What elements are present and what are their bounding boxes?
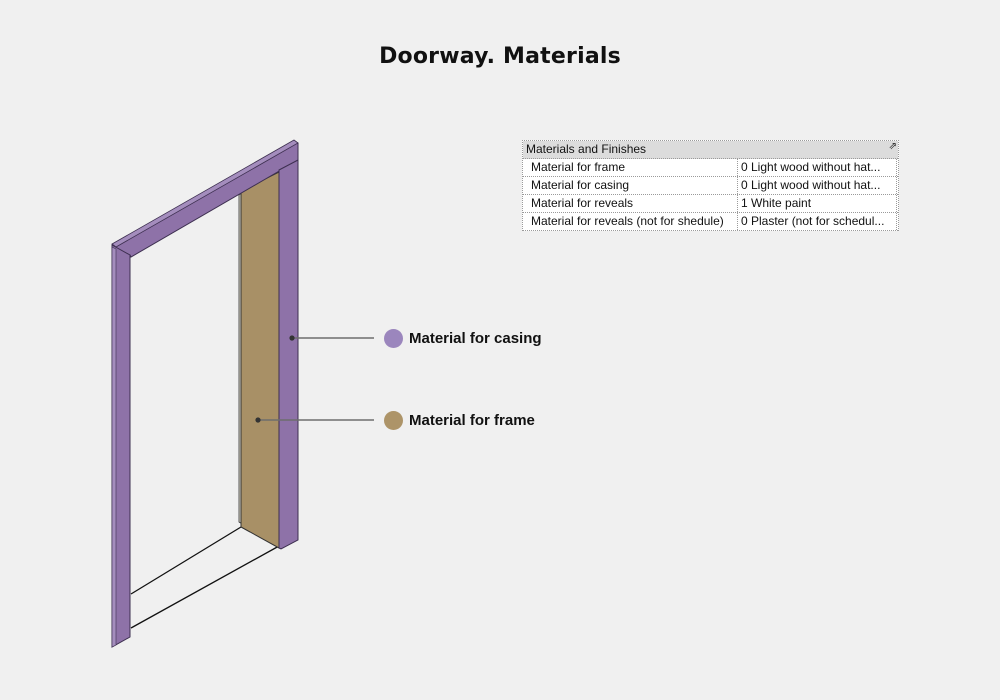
casing-legend-label: Material for casing [409,329,542,347]
property-name: Material for casing [523,177,738,194]
property-row-reveals[interactable]: Material for reveals 1 White paint [523,195,898,213]
property-name: Material for reveals (not for shedule) [523,213,738,230]
property-row-casing[interactable]: Material for casing 0 Light wood without… [523,177,898,195]
frame-leader-dot [255,417,261,423]
threshold-line-back [130,526,242,595]
group-header-label: Materials and Finishes [526,142,647,156]
casing-color-swatch [384,328,403,348]
property-value[interactable]: 0 Light wood without hat... [738,159,897,176]
frame-color-swatch [384,410,403,430]
casing-left-edge [111,246,117,648]
collapse-icon[interactable]: ⇗ [889,141,897,153]
frame-jamb [240,171,280,549]
casing-right-leg [278,159,299,550]
property-value[interactable]: 0 Plaster (not for schedul... [738,213,897,230]
legend-item-casing: Material for casing [384,328,542,348]
doorway-diagram [111,139,374,648]
property-name: Material for reveals [523,195,738,212]
casing-leader-dot [289,335,295,341]
property-row-reveals-not-schedule[interactable]: Material for reveals (not for shedule) 0… [523,213,898,231]
frame-legend-label: Material for frame [409,411,535,429]
properties-panel: Materials and Finishes ⇗ Material for fr… [522,140,899,231]
property-name: Material for frame [523,159,738,176]
property-row-frame[interactable]: Material for frame 0 Light wood without … [523,159,898,177]
materials-group-header[interactable]: Materials and Finishes ⇗ [523,141,898,159]
threshold-line-front [130,545,280,629]
property-value[interactable]: 1 White paint [738,195,897,212]
legend-item-frame: Material for frame [384,410,535,430]
property-value[interactable]: 0 Light wood without hat... [738,177,897,194]
